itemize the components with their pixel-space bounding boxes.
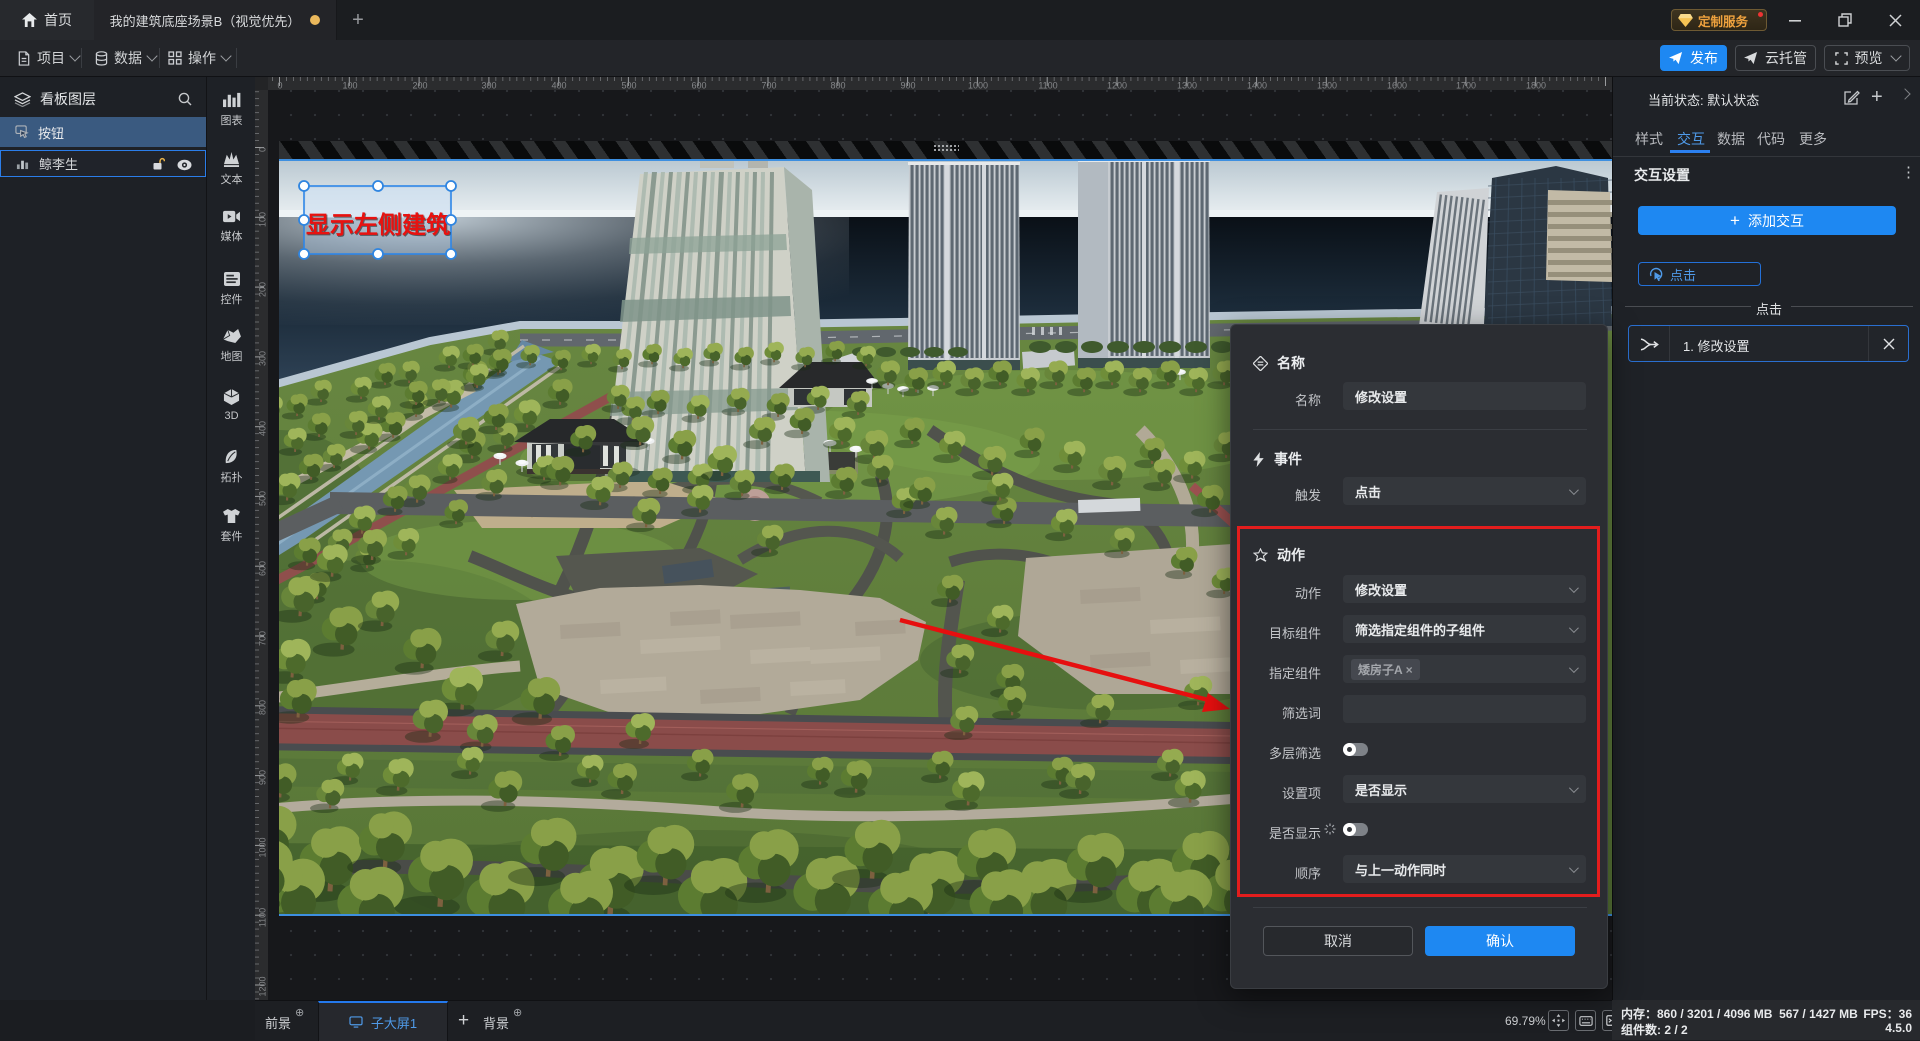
svg-text:1700: 1700 [1456,81,1476,91]
svg-text:600: 600 [691,81,706,91]
svg-text:1400: 1400 [1247,81,1267,91]
svg-text:100: 100 [342,81,357,91]
svg-text:100: 100 [258,212,268,227]
svg-text:500: 500 [621,81,636,91]
svg-text:300: 300 [481,81,496,91]
svg-text:600: 600 [258,561,268,576]
svg-text:800: 800 [258,700,268,715]
svg-text:900: 900 [900,81,915,91]
svg-text:1200: 1200 [258,976,268,996]
svg-text:800: 800 [830,81,845,91]
svg-text:500: 500 [258,491,268,506]
svg-text:显示左侧建筑: 显示左侧建筑 [306,211,450,239]
svg-text:700: 700 [258,631,268,646]
svg-text:1300: 1300 [1177,81,1197,91]
svg-text:1100: 1100 [258,908,268,927]
svg-text:0: 0 [277,81,282,91]
svg-text:0: 0 [258,147,268,152]
svg-text:400: 400 [258,421,268,436]
svg-text:200: 200 [412,81,427,91]
svg-text:300: 300 [258,351,268,366]
svg-text:1800: 1800 [1526,81,1546,91]
svg-text:900: 900 [258,770,268,785]
svg-text:1600: 1600 [1387,81,1407,91]
svg-text:1100: 1100 [1038,81,1057,91]
svg-text:200: 200 [258,282,268,297]
svg-text:400: 400 [551,81,566,91]
svg-text:1000: 1000 [258,837,268,857]
svg-text:1200: 1200 [1107,81,1127,91]
svg-text:1000: 1000 [968,81,988,91]
svg-text:700: 700 [761,81,776,91]
svg-text:1500: 1500 [1317,81,1337,91]
